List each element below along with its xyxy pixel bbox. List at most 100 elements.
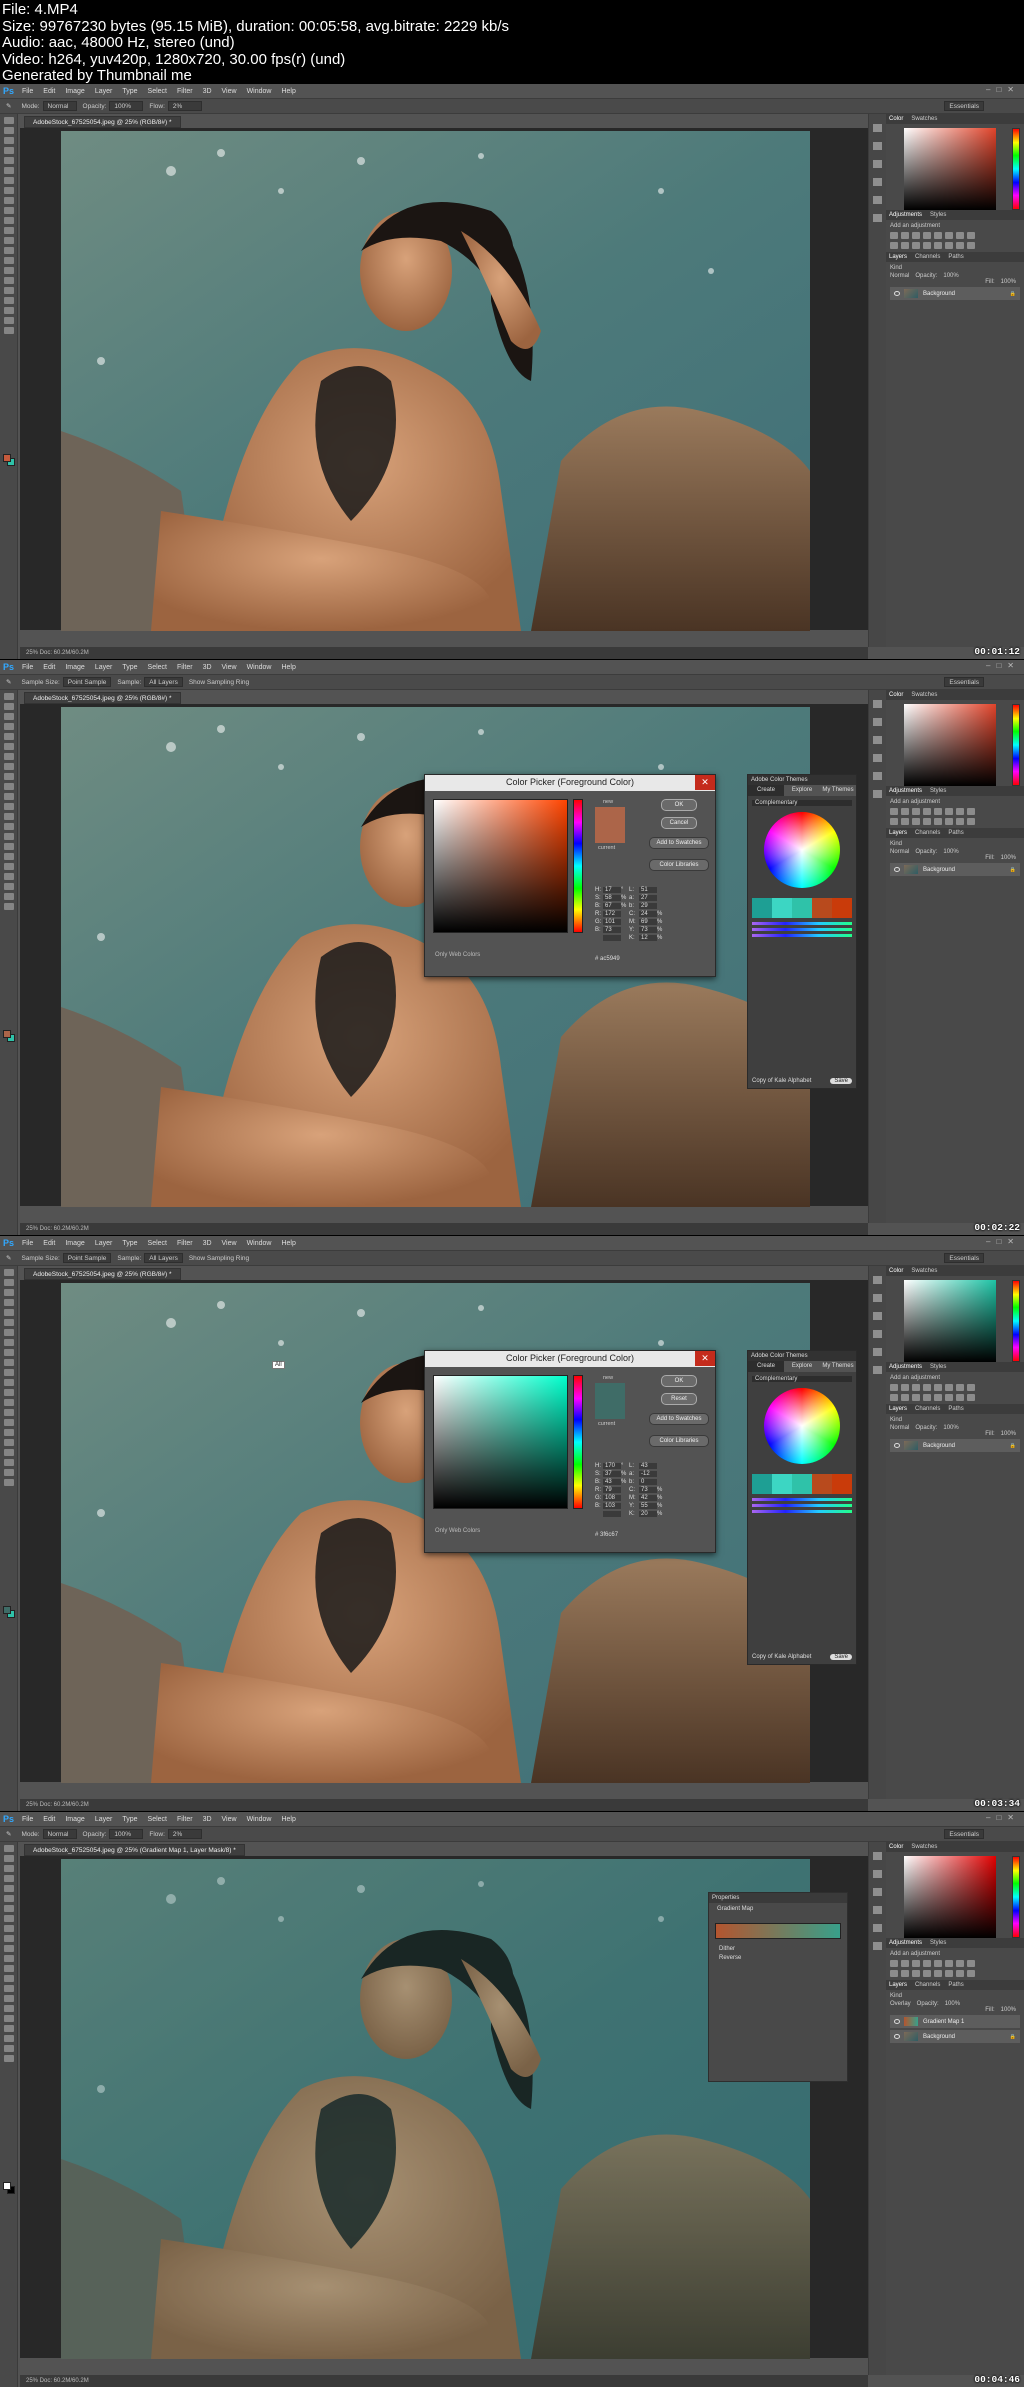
theme-swatch[interactable] [812,898,832,918]
only-web-colors-checkbox[interactable]: Only Web Colors [435,952,480,958]
menu-item-layer[interactable]: Layer [95,1816,113,1823]
tool-icon[interactable] [3,763,14,770]
tab-channels[interactable]: Channels [915,1406,940,1412]
adjustment-icon[interactable] [912,242,920,249]
adjustment-icon[interactable] [934,1384,942,1391]
opacity-value[interactable]: 100% [945,2001,960,2007]
adjustment-icon[interactable] [912,1394,920,1401]
theme-swatch[interactable] [832,1474,852,1494]
adjustment-icon[interactable] [901,1970,909,1977]
tool-preset-icon[interactable]: ✎ [6,1254,11,1262]
tool-icon[interactable] [3,2025,14,2032]
tool-icon[interactable] [3,287,14,294]
color-value-field[interactable]: 79 [603,1487,621,1493]
theme-swatch[interactable] [832,898,852,918]
menu-item-edit[interactable]: Edit [43,1816,55,1823]
adjustment-icon[interactable] [901,1394,909,1401]
panel-toggle-icon[interactable] [873,124,882,132]
hex-value[interactable]: ac5949 [600,956,620,962]
color-value-field[interactable]: 29 [639,903,657,909]
panel-toggle-icon[interactable] [873,196,882,204]
adjustment-icon[interactable] [912,232,920,239]
color-field[interactable] [904,128,996,210]
tool-icon[interactable] [3,1945,14,1952]
adjustment-icon[interactable] [923,1394,931,1401]
tool-icon[interactable] [3,1845,14,1852]
adjustment-icon[interactable] [890,1960,898,1967]
opacity-value[interactable]: 100% [943,273,958,279]
color-libraries-button[interactable]: Color Libraries [649,1435,709,1447]
document-tab[interactable]: AdobeStock_67525054.jpeg @ 25% (RGB/8#) … [24,692,181,704]
panel-toggle-icon[interactable] [873,160,882,168]
tool-icon[interactable] [3,1925,14,1932]
adjustment-icon[interactable] [967,808,975,815]
theme-swatch[interactable] [752,898,772,918]
tool-icon[interactable] [3,117,14,124]
tab-create[interactable]: Create [748,1361,784,1372]
option-field[interactable]: All Layers [144,1253,183,1263]
tool-icon[interactable] [3,2045,14,2052]
tab-layers[interactable]: Layers [889,830,907,836]
tool-icon[interactable] [3,1419,14,1426]
adjustment-icon[interactable] [945,1394,953,1401]
workspace-select[interactable]: Essentials [944,1253,984,1263]
color-value-field[interactable]: 170 [603,1463,621,1469]
tab-swatches[interactable]: Swatches [911,1268,937,1274]
menu-item-image[interactable]: Image [65,88,84,95]
adjustment-icon[interactable] [934,1970,942,1977]
tab-swatches[interactable]: Swatches [911,1844,937,1850]
color-field[interactable] [904,704,996,786]
menu-item-select[interactable]: Select [148,664,167,671]
fill-value[interactable]: 100% [1001,279,1016,285]
layer-row-background[interactable]: Background 🔒 [890,2030,1020,2043]
adjustment-icon[interactable] [890,242,898,249]
panel-toggle-icon[interactable] [873,1906,882,1914]
tool-icon[interactable] [3,227,14,234]
adjustment-icon[interactable] [967,1970,975,1977]
panel-toggle-icon[interactable] [873,178,882,186]
menu-item-3d[interactable]: 3D [203,1240,212,1247]
tool-icon[interactable] [3,1439,14,1446]
tool-icon[interactable] [3,1469,14,1476]
ok-button[interactable]: OK [661,799,697,811]
tool-icon[interactable] [3,277,14,284]
adjustment-icon[interactable] [923,242,931,249]
adjustment-icon[interactable] [901,232,909,239]
tool-icon[interactable] [3,773,14,780]
tool-icon[interactable] [3,743,14,750]
tool-icon[interactable] [3,873,14,880]
color-value-field[interactable]: 0 [639,1479,657,1485]
color-value-field[interactable]: 73 [639,927,657,933]
color-value-field[interactable]: 43 [639,1463,657,1469]
color-value-field[interactable]: 172 [603,911,621,917]
adjustment-icon[interactable] [923,808,931,815]
tab-paths[interactable]: Paths [948,830,963,836]
tab-color[interactable]: Color [889,1844,903,1850]
tool-icon[interactable] [3,1349,14,1356]
adjustment-icon[interactable] [945,242,953,249]
theme-swatch[interactable] [792,898,812,918]
adjustment-icon[interactable] [956,1384,964,1391]
visibility-eye-icon[interactable] [894,291,900,296]
color-value-field[interactable]: 108 [603,1495,621,1501]
adjustment-icon[interactable] [934,242,942,249]
theme-slider[interactable] [752,1504,852,1507]
theme-swatch[interactable] [792,1474,812,1494]
panel-toggle-icon[interactable] [873,736,882,744]
document-photo[interactable] [61,1859,810,2359]
panel-toggle-icon[interactable] [873,700,882,708]
workspace-select[interactable]: Essentials [944,101,984,111]
saturation-brightness-field[interactable] [433,1375,568,1509]
panel-toggle-icon[interactable] [873,1294,882,1302]
tool-icon[interactable] [3,1429,14,1436]
document-tab[interactable]: AdobeStock_67525054.jpeg @ 25% (RGB/8#) … [24,116,181,128]
tab-layers[interactable]: Layers [889,1406,907,1412]
window-controls[interactable]: –□✕ [986,661,1020,670]
layer-filter-kind[interactable]: Kind [890,841,1020,847]
menu-item-view[interactable]: View [222,88,237,95]
adjustment-icon[interactable] [912,1384,920,1391]
menu-item-select[interactable]: Select [148,1816,167,1823]
menu-item-layer[interactable]: Layer [95,664,113,671]
opacity-value[interactable]: 100% [943,849,958,855]
workspace-select[interactable]: Essentials [944,1829,984,1839]
